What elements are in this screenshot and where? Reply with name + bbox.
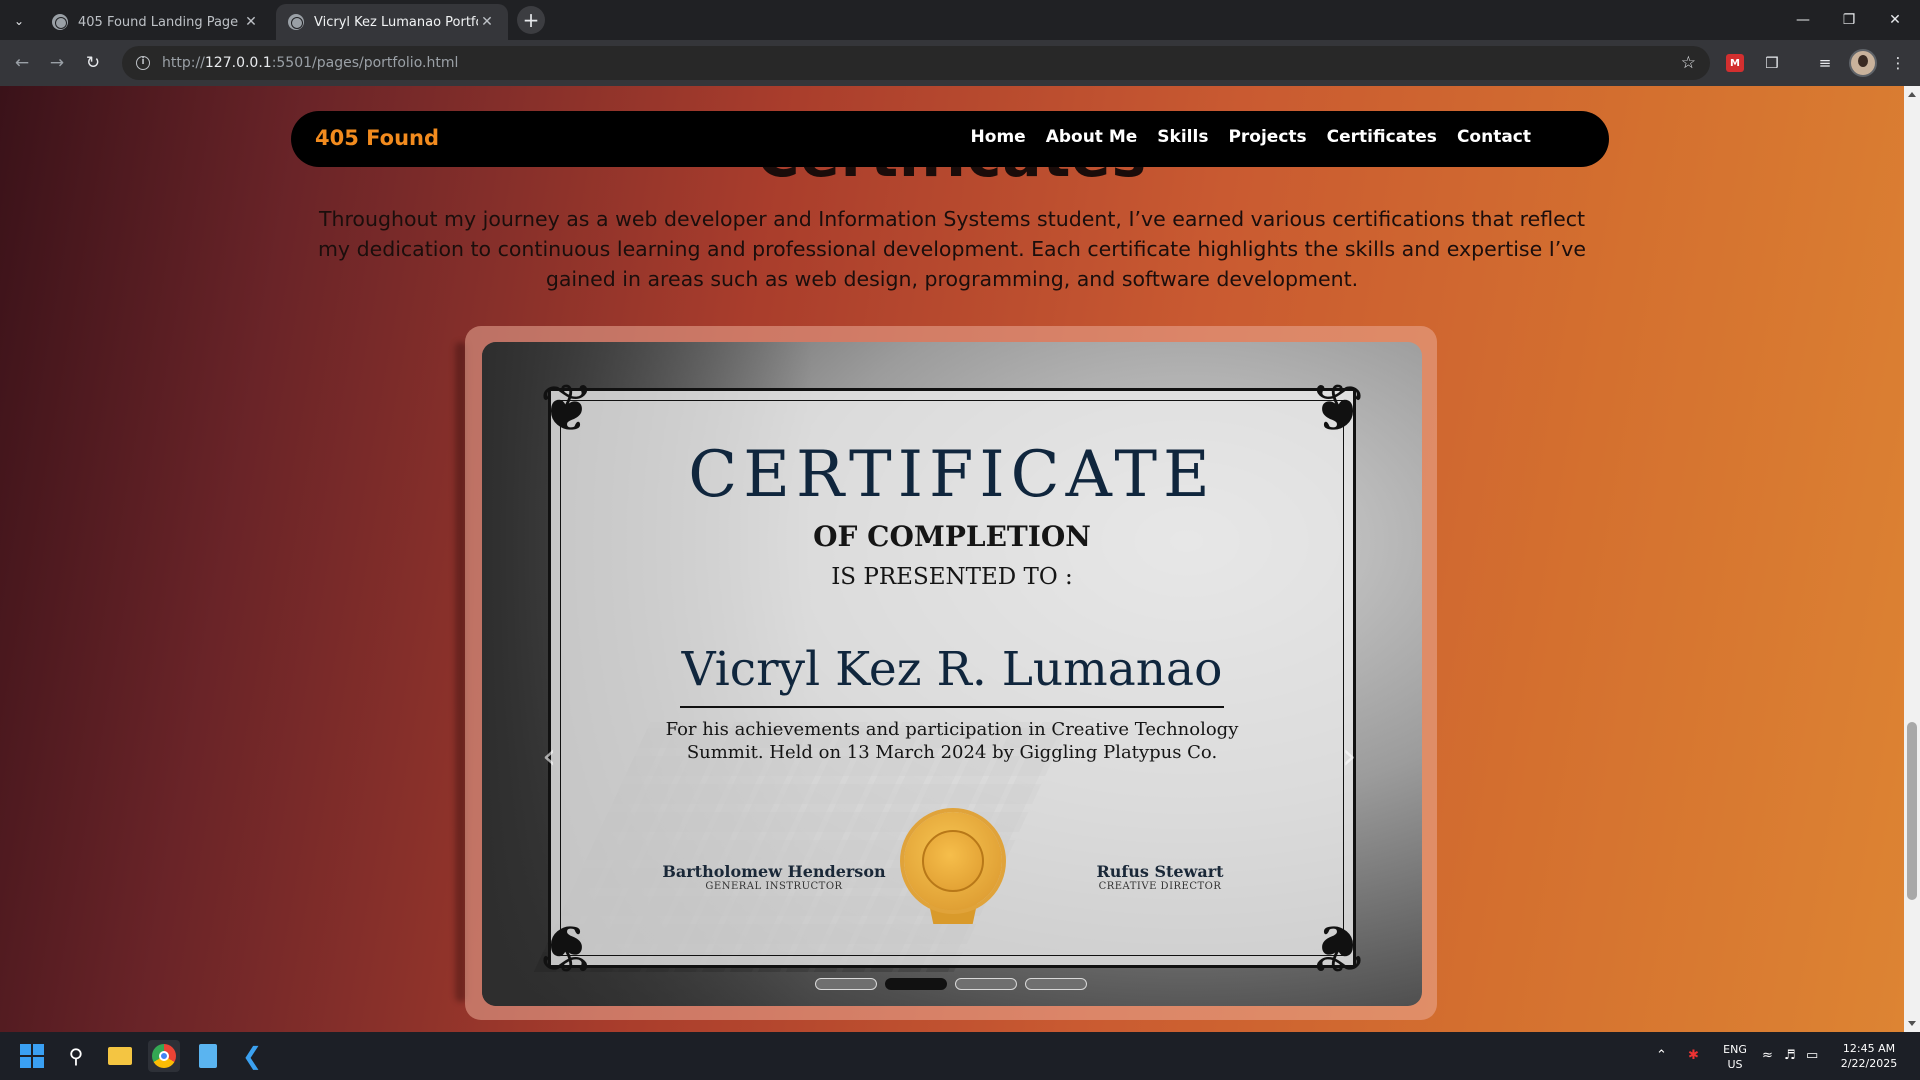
carousel-prev-arrow-icon[interactable]: ‹ <box>542 736 556 777</box>
search-icon[interactable]: ⚲ <box>60 1040 92 1072</box>
intro-paragraph: Throughout my journey as a web developer… <box>317 207 1587 291</box>
globe-icon <box>52 14 68 30</box>
tab-close-icon[interactable]: ✕ <box>242 14 260 30</box>
browser-toolbar: ← → ↻ i http://127.0.0.1:5501/pages/port… <box>0 40 1920 86</box>
minimize-icon[interactable]: — <box>1780 0 1826 40</box>
signer-right: Rufus Stewart CREATIVE DIRECTOR <box>1030 862 1290 892</box>
windows-start-icon[interactable] <box>16 1040 48 1072</box>
signer-role: CREATIVE DIRECTOR <box>1098 881 1222 892</box>
site-navbar: 405 Found Home About Me Skills Projects … <box>291 111 1609 167</box>
site-logo[interactable]: 405 Found <box>315 126 439 150</box>
site-info-icon[interactable]: i <box>136 56 150 70</box>
signer-name: Bartholomew Henderson <box>662 862 886 881</box>
ornament-corner-icon: ❦ <box>1309 909 1365 986</box>
signer-left: Bartholomew Henderson GENERAL INSTRUCTOR <box>644 862 904 892</box>
close-window-icon[interactable]: ✕ <box>1872 0 1918 40</box>
nav-links: Home About Me Skills Projects Certificat… <box>971 127 1531 147</box>
ornament-corner-icon: ❦ <box>539 909 595 986</box>
globe-icon <box>288 14 304 30</box>
tab-title: Vicryl Kez Lumanao Portfolio <box>314 14 478 30</box>
extensions-puzzle-icon[interactable]: ❒ <box>1760 51 1784 75</box>
battery-icon[interactable]: ▭ <box>1806 1048 1818 1063</box>
vscode-icon[interactable]: ❮ <box>236 1040 268 1072</box>
reload-icon[interactable]: ↻ <box>81 51 105 75</box>
recipient-name: Vicryl Kez R. Lumanao <box>681 642 1223 697</box>
new-tab-button[interactable]: + <box>517 6 545 34</box>
certificate-presented-to: IS PRESENTED TO : <box>831 564 1073 590</box>
nav-projects[interactable]: Projects <box>1228 127 1306 147</box>
nav-contact[interactable]: Contact <box>1457 127 1531 147</box>
carousel-dot[interactable] <box>815 978 877 990</box>
carousel-indicators <box>815 978 1087 990</box>
scroll-up-arrow-icon[interactable] <box>1908 92 1916 97</box>
ornament-corner-icon: ❦ <box>1309 370 1365 447</box>
tab-portfolio[interactable]: Vicryl Kez Lumanao Portfolio ✕ <box>276 4 508 40</box>
carousel-dot-active[interactable] <box>885 978 947 990</box>
signer-name: Rufus Stewart <box>1096 862 1224 881</box>
language-indicator[interactable]: ENG US <box>1720 1042 1750 1072</box>
chrome-icon[interactable] <box>148 1040 180 1072</box>
tab-landing-page[interactable]: 405 Found Landing Page ✕ <box>40 4 272 40</box>
nav-home[interactable]: Home <box>971 127 1026 147</box>
tab-title: 405 Found Landing Page <box>78 14 239 30</box>
clock[interactable]: 12:45 AM 2/22/2025 <box>1834 1041 1904 1071</box>
scrollbar-thumb[interactable] <box>1907 722 1917 900</box>
extension-icon[interactable]: M <box>1726 54 1744 72</box>
nav-skills[interactable]: Skills <box>1157 127 1208 147</box>
carousel-slide: ❦ ❦ ❦ ❦ CERTIFICATE OF COMPLETION IS PRE… <box>482 342 1422 1006</box>
bookmark-star-icon[interactable]: ☆ <box>1681 53 1696 73</box>
carousel-next-arrow-icon[interactable]: › <box>1342 736 1356 777</box>
certificate-title: CERTIFICATE <box>688 438 1216 512</box>
profile-avatar[interactable] <box>1849 49 1877 77</box>
scroll-down-arrow-icon[interactable] <box>1908 1021 1916 1026</box>
windows-taskbar: ⚲ ❮ ⌃ ✱ ENG US ≈ ♬ ▭ 12:45 AM 2/22/2025 <box>0 1032 1920 1080</box>
nav-about-me[interactable]: About Me <box>1046 127 1138 147</box>
media-controls-icon[interactable]: ≡ <box>1813 51 1837 75</box>
tab-search-chevron-icon[interactable]: ⌄ <box>6 8 32 34</box>
menu-kebab-icon[interactable]: ⋮ <box>1886 51 1910 75</box>
tray-app-icon[interactable]: ✱ <box>1688 1048 1699 1063</box>
restore-icon[interactable]: ❐ <box>1826 0 1872 40</box>
page-viewport: Certificates 405 Found Home About Me Ski… <box>0 86 1904 1032</box>
gold-seal-icon <box>904 812 1002 930</box>
browser-tab-bar: ⌄ 405 Found Landing Page ✕ Vicryl Kez Lu… <box>0 0 1920 40</box>
forward-icon[interactable]: → <box>45 51 69 75</box>
tab-close-icon[interactable]: ✕ <box>478 14 496 30</box>
carousel-dot[interactable] <box>1025 978 1087 990</box>
signer-role: GENERAL INSTRUCTOR <box>705 881 843 892</box>
notepad-icon[interactable] <box>192 1040 224 1072</box>
page-scrollbar[interactable] <box>1904 86 1920 1032</box>
name-underline <box>680 706 1224 708</box>
url-text[interactable]: http://127.0.0.1:5501/pages/portfolio.ht… <box>162 55 458 71</box>
address-bar[interactable]: i http://127.0.0.1:5501/pages/portfolio.… <box>122 46 1710 80</box>
tray-overflow-chevron-icon[interactable]: ⌃ <box>1656 1048 1667 1063</box>
volume-icon[interactable]: ♬ <box>1784 1048 1796 1063</box>
ornament-corner-icon: ❦ <box>539 370 595 447</box>
file-explorer-icon[interactable] <box>104 1040 136 1072</box>
nav-certificates[interactable]: Certificates <box>1327 127 1437 147</box>
certificate-subtitle: OF COMPLETION <box>813 520 1091 553</box>
back-icon[interactable]: ← <box>10 51 34 75</box>
wifi-icon[interactable]: ≈ <box>1762 1048 1773 1063</box>
carousel-dot[interactable] <box>955 978 1017 990</box>
certificate-description: For his achievements and participation i… <box>665 719 1239 763</box>
